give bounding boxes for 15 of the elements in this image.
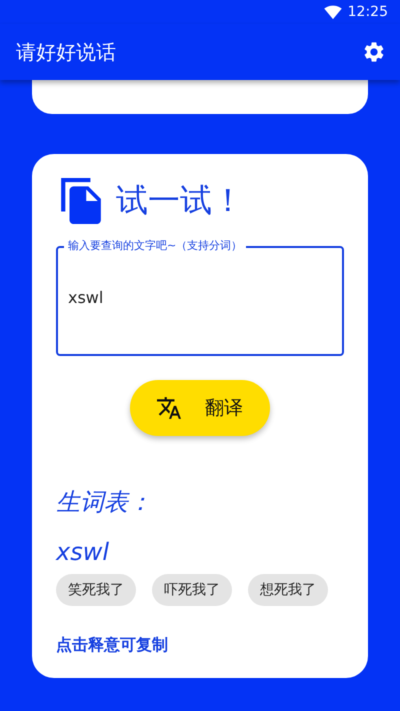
field-label: 输入要查询的文字吧~（支持分词） <box>64 239 246 253</box>
meaning-chip[interactable]: 想死我了 <box>248 574 328 606</box>
card-title: 试一试！ <box>116 180 244 221</box>
meaning-chip[interactable]: 吓死我了 <box>152 574 232 606</box>
vocabulary-heading: 生词表： <box>56 487 152 518</box>
settings-icon[interactable] <box>362 40 386 64</box>
translate-button[interactable]: 翻译 <box>130 380 270 436</box>
wifi-icon <box>324 4 342 20</box>
translate-icon <box>157 396 181 420</box>
file-copy-icon <box>60 178 102 224</box>
copy-hint: 点击释意可复制 <box>56 635 168 656</box>
status-time: 12:25 <box>348 4 388 20</box>
app-title: 请好好说话 <box>16 38 116 66</box>
vocabulary-word: xswl <box>56 538 110 566</box>
meaning-chip[interactable]: 笑死我了 <box>56 574 136 606</box>
